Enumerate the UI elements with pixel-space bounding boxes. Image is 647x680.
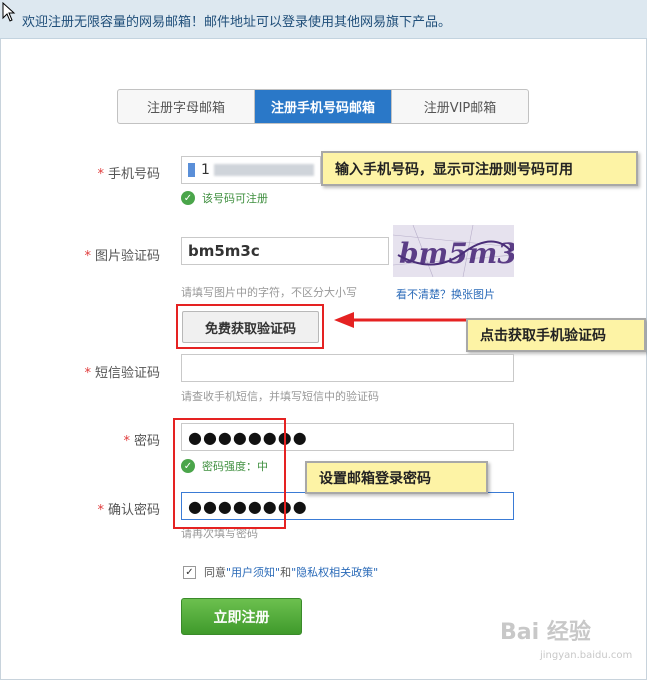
- header-title: 欢迎注册无限容量的网易邮箱！邮件地址可以登录使用其他网易旗下产品。: [22, 15, 452, 30]
- header-bar: 欢迎注册无限容量的网易邮箱！邮件地址可以登录使用其他网易旗下产品。: [0, 0, 647, 39]
- captcha-label: * 图片验证码: [84, 249, 160, 264]
- privacy-link[interactable]: "隐私权相关政策": [291, 564, 378, 580]
- sms-code-label: * 短信验证码: [84, 366, 160, 381]
- phone-icon: [188, 163, 195, 177]
- sms-code-hint: 请查收手机短信，并填写短信中的验证码: [181, 390, 379, 403]
- callout-sms: 点击获取手机验证码: [466, 318, 646, 352]
- register-button[interactable]: 立即注册: [181, 598, 302, 635]
- captcha-input[interactable]: bm5m3c: [181, 237, 389, 265]
- tab-phone-mailbox[interactable]: 注册手机号码邮箱: [255, 90, 392, 123]
- phone-input[interactable]: 1: [181, 156, 321, 184]
- watermark-logo: Bai 经验: [500, 620, 591, 645]
- phone-value: 1: [201, 162, 210, 178]
- watermark-site: jingyan.baidu.com: [540, 650, 633, 661]
- phone-masked: [213, 164, 314, 176]
- arrow-icon: [334, 312, 468, 328]
- agreement-checkbox[interactable]: ✓: [183, 565, 196, 579]
- check-icon: ✓: [181, 191, 195, 205]
- mouse-cursor-icon: [2, 2, 16, 22]
- password-label: * 密码: [123, 434, 160, 449]
- highlight-password-fields: [173, 418, 286, 529]
- phone-label: * 手机号码: [97, 167, 160, 182]
- tab-letter-mailbox[interactable]: 注册字母邮箱: [118, 90, 255, 123]
- callout-phone: 输入手机号码，显示可注册则号码可用: [321, 151, 638, 186]
- phone-status: ✓ 该号码可注册: [181, 190, 268, 206]
- captcha-image[interactable]: bm5m3c: [393, 225, 514, 277]
- tab-vip-mailbox[interactable]: 注册VIP邮箱: [392, 90, 528, 123]
- confirm-password-label: * 确认密码: [97, 503, 160, 518]
- terms-link[interactable]: "用户须知": [226, 564, 280, 580]
- refresh-captcha-link[interactable]: 看不清楚？换张图片: [396, 286, 495, 302]
- registration-tabs: 注册字母邮箱 注册手机号码邮箱 注册VIP邮箱: [117, 89, 529, 124]
- agreement-row: ✓ 同意 "用户须知" 和 "隐私权相关政策": [183, 564, 378, 580]
- sms-code-input[interactable]: [181, 354, 514, 382]
- captcha-hint: 请填写图片中的字符，不区分大小写: [181, 286, 357, 299]
- highlight-sms-button: [176, 304, 324, 349]
- callout-password: 设置邮箱登录密码: [305, 461, 488, 494]
